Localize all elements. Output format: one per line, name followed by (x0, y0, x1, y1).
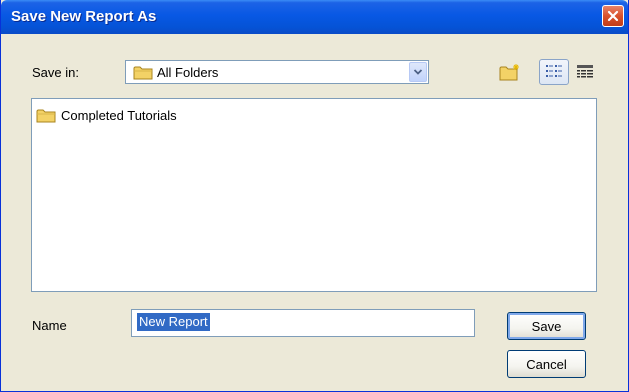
window-title: Save New Report As (11, 8, 157, 25)
save-in-label: Save in: (32, 65, 79, 80)
folder-icon (36, 108, 56, 126)
save-in-dropdown[interactable]: All Folders (125, 60, 429, 84)
close-icon (607, 10, 619, 22)
cancel-button[interactable]: Cancel (507, 350, 586, 378)
new-folder-button[interactable] (497, 61, 523, 85)
details-view-button[interactable] (573, 61, 597, 85)
save-in-value: All Folders (157, 65, 219, 80)
chevron-down-icon[interactable] (409, 62, 427, 82)
name-input[interactable]: New Report (131, 309, 475, 337)
title-bar[interactable]: Save New Report As (1, 0, 628, 34)
save-dialog: Save New Report As Save in: All Folders (0, 0, 629, 392)
new-folder-icon (499, 63, 521, 84)
list-view-icon (545, 63, 563, 82)
close-button[interactable] (602, 5, 624, 27)
details-view-icon (576, 64, 594, 83)
folder-icon (133, 65, 153, 83)
save-button[interactable]: Save (507, 312, 586, 340)
file-list[interactable]: Completed Tutorials (31, 98, 597, 292)
name-input-value: New Report (137, 313, 210, 331)
name-label: Name (32, 318, 67, 333)
list-view-button[interactable] (539, 59, 569, 85)
list-item-label: Completed Tutorials (61, 108, 177, 123)
